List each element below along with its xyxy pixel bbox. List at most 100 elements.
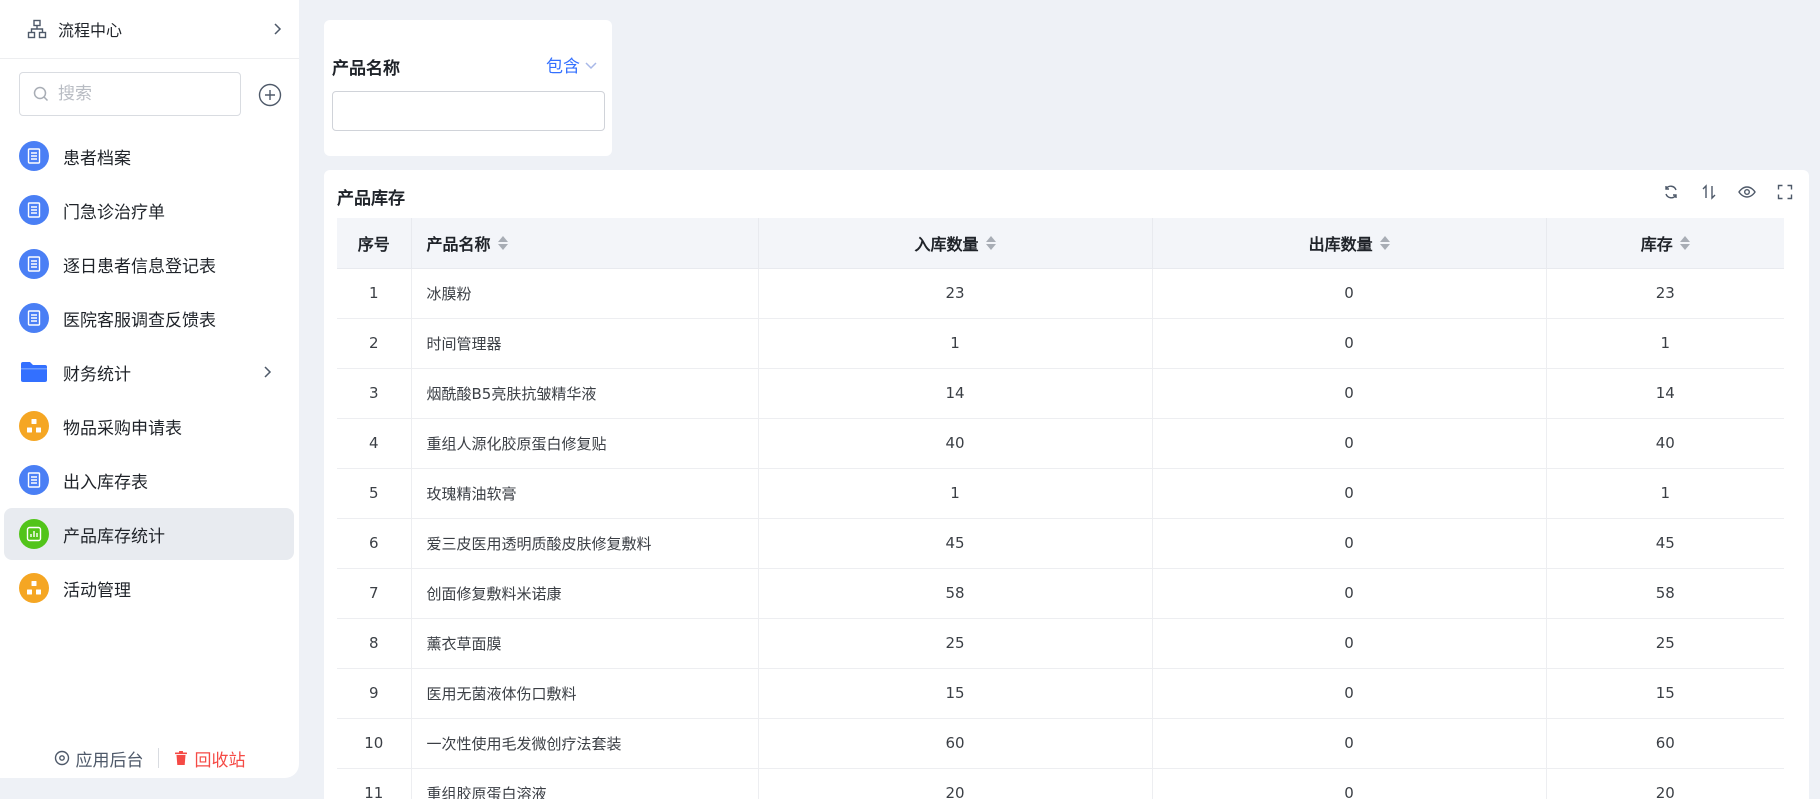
sort-caret-icon[interactable] <box>1679 235 1690 250</box>
sidebar-item-activity-management[interactable]: 活动管理 <box>4 562 294 614</box>
table-row[interactable]: 8 薰衣草面膜 25 0 25 <box>337 618 1784 669</box>
cell-inbound-qty: 14 <box>758 368 1153 419</box>
col-header-label: 产品名称 <box>426 234 491 254</box>
table-row[interactable]: 7 创面修复敷料米诺康 58 0 58 <box>337 568 1784 619</box>
col-header-stock[interactable]: 库存 <box>1546 218 1784 269</box>
filter-card: 产品名称 包含 <box>324 20 612 156</box>
stock-table: 序号 产品名称 入库数量 出库数量 库存 1 冰膜粉 23 0 23 2 时间管理器 1 0 1 3… <box>337 218 1784 799</box>
col-header-label: 库存 <box>1640 234 1673 254</box>
sidebar-footer: 应用后台 回收站 <box>0 740 299 776</box>
app-admin-link[interactable]: 应用后台 <box>54 746 144 771</box>
cell-seq: 8 <box>337 618 412 669</box>
recycle-bin-link[interactable]: 回收站 <box>173 746 246 771</box>
cell-inbound-qty: 60 <box>758 718 1153 769</box>
cell-stock: 58 <box>1546 568 1784 619</box>
cell-seq: 3 <box>337 368 412 419</box>
footer-separator <box>157 748 159 768</box>
form-icon <box>19 303 49 333</box>
chevron-right-icon[interactable] <box>260 365 274 379</box>
sort-caret-icon[interactable] <box>1379 235 1390 250</box>
flow-center-link[interactable]: 流程中心 <box>26 12 284 46</box>
form-icon <box>19 249 49 279</box>
sidebar-item-daily-patient-register[interactable]: 逐日患者信息登记表 <box>4 238 294 290</box>
cell-seq: 11 <box>337 768 412 799</box>
form-icon <box>19 465 49 495</box>
cell-inbound-qty: 1 <box>758 318 1153 369</box>
sidebar-item-label: 活动管理 <box>63 580 131 601</box>
table-header-row: 序号 产品名称 入库数量 出库数量 库存 <box>337 218 1784 269</box>
cell-seq: 9 <box>337 668 412 719</box>
cell-outbound-qty: 0 <box>1152 768 1547 799</box>
cell-stock: 40 <box>1546 418 1784 469</box>
fullscreen-icon[interactable] <box>1775 182 1795 202</box>
cell-stock: 25 <box>1546 618 1784 669</box>
chevron-right-icon <box>274 23 282 35</box>
table-row[interactable]: 9 医用无菌液体伤口敷料 15 0 15 <box>337 668 1784 719</box>
refresh-icon[interactable] <box>1661 182 1681 202</box>
table-row[interactable]: 4 重组人源化胶原蛋白修复贴 40 0 40 <box>337 418 1784 469</box>
cell-outbound-qty: 0 <box>1152 618 1547 669</box>
col-header-outbound-qty[interactable]: 出库数量 <box>1152 218 1547 269</box>
filter-operator-dropdown[interactable]: 包含 <box>546 52 598 77</box>
sidebar-item-label: 患者档案 <box>63 148 131 169</box>
cell-inbound-qty: 23 <box>758 268 1153 319</box>
add-circle-icon[interactable] <box>258 83 282 107</box>
cell-stock: 1 <box>1546 468 1784 519</box>
cell-stock: 1 <box>1546 318 1784 369</box>
table-toolbar <box>1661 182 1795 202</box>
table-title: 产品库存 <box>337 189 405 209</box>
sort-caret-icon[interactable] <box>985 235 996 250</box>
col-header-label: 入库数量 <box>914 234 979 254</box>
sidebar-item-label: 逐日患者信息登记表 <box>63 256 216 277</box>
cell-product-name: 薰衣草面膜 <box>411 618 759 669</box>
search-box[interactable] <box>19 72 241 116</box>
search-input[interactable] <box>58 84 218 104</box>
table-row[interactable]: 11 重组胶原蛋白溶液 20 0 20 <box>337 768 1784 799</box>
cell-inbound-qty: 25 <box>758 618 1153 669</box>
cell-product-name: 烟酰酸B5亮肤抗皱精华液 <box>411 368 759 419</box>
sidebar-nav: 患者档案 门急诊治疗单 逐日患者信息登记表 医院客服调查反馈表 财务统计 物品采… <box>4 130 294 616</box>
cell-stock: 60 <box>1546 718 1784 769</box>
sidebar-item-patient-records[interactable]: 患者档案 <box>4 130 294 182</box>
sidebar-item-label: 产品库存统计 <box>63 526 165 547</box>
cell-product-name: 医用无菌液体伤口敷料 <box>411 668 759 719</box>
org-chart-icon <box>26 18 48 40</box>
cell-product-name: 一次性使用毛发微创疗法套装 <box>411 718 759 769</box>
filter-value-input[interactable] <box>332 91 605 131</box>
form-icon <box>19 141 49 171</box>
sidebar-item-finance-stats[interactable]: 财务统计 <box>4 346 294 398</box>
chevron-down-icon <box>585 61 597 69</box>
sidebar-item-inout-stock[interactable]: 出入库存表 <box>4 454 294 506</box>
cell-outbound-qty: 0 <box>1152 368 1547 419</box>
cell-inbound-qty: 15 <box>758 668 1153 719</box>
cell-inbound-qty: 40 <box>758 418 1153 469</box>
cell-inbound-qty: 1 <box>758 468 1153 519</box>
folder-icon <box>19 357 49 387</box>
search-icon <box>33 86 49 102</box>
sidebar-item-service-feedback[interactable]: 医院客服调查反馈表 <box>4 292 294 344</box>
col-header-label: 出库数量 <box>1308 234 1373 254</box>
col-header-inbound-qty[interactable]: 入库数量 <box>758 218 1153 269</box>
col-header-product-name[interactable]: 产品名称 <box>411 218 759 269</box>
table-card: 产品库存 序号 产品名称 入库数量 出库数量 库存 1 冰膜粉 23 0 23 … <box>324 170 1809 799</box>
table-row[interactable]: 5 玫瑰精油软膏 1 0 1 <box>337 468 1784 519</box>
table-row[interactable]: 6 爱三皮医用透明质酸皮肤修复敷料 45 0 45 <box>337 518 1784 569</box>
cell-stock: 23 <box>1546 268 1784 319</box>
sidebar-item-purchase-request[interactable]: 物品采购申请表 <box>4 400 294 452</box>
eye-icon[interactable] <box>1737 182 1757 202</box>
sort-icon[interactable] <box>1699 182 1719 202</box>
sidebar-item-label: 出入库存表 <box>63 472 148 493</box>
col-header-seq: 序号 <box>337 218 412 269</box>
sidebar-item-outpatient-treatment[interactable]: 门急诊治疗单 <box>4 184 294 236</box>
sort-caret-icon[interactable] <box>497 235 508 250</box>
table-row[interactable]: 3 烟酰酸B5亮肤抗皱精华液 14 0 14 <box>337 368 1784 419</box>
table-row[interactable]: 1 冰膜粉 23 0 23 <box>337 268 1784 319</box>
cell-outbound-qty: 0 <box>1152 518 1547 569</box>
cell-seq: 1 <box>337 268 412 319</box>
cell-seq: 10 <box>337 718 412 769</box>
settings-icon <box>54 750 69 766</box>
sidebar-item-product-stock-stats[interactable]: 产品库存统计 <box>4 508 294 560</box>
table-row[interactable]: 2 时间管理器 1 0 1 <box>337 318 1784 369</box>
workflow-icon <box>19 573 49 603</box>
table-row[interactable]: 10 一次性使用毛发微创疗法套装 60 0 60 <box>337 718 1784 769</box>
